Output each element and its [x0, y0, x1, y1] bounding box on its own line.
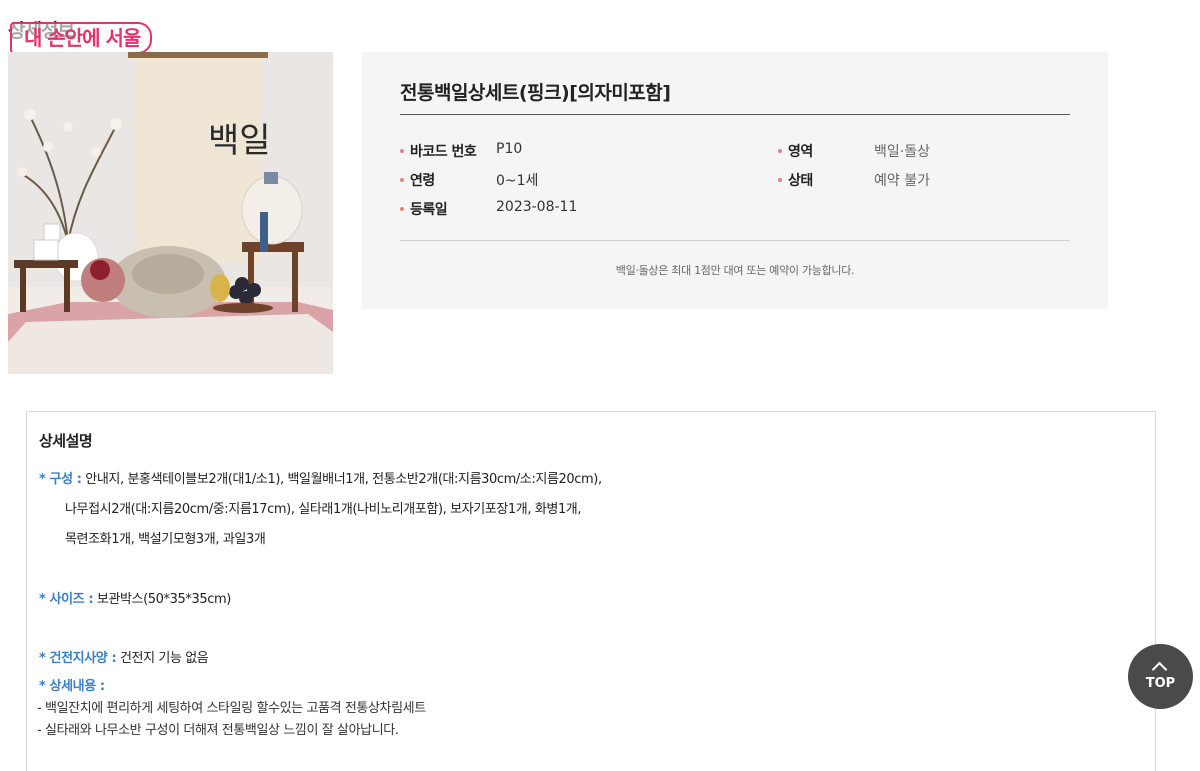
composition-line: * 구성 : 안내지, 분홍색테이블보2개(대1/소1), 백일월배너1개, 전… — [39, 468, 602, 487]
bullet-dot — [778, 149, 782, 153]
composition-line: 목련조화1개, 백설기모형3개, 과일3개 — [65, 532, 266, 547]
detail-line: - 백일잔치에 편리하게 세팅하여 스타일링 할수있는 고품격 전통상차림세트 — [37, 701, 426, 716]
composition-text: 안내지, 분홍색테이블보2개(대1/소1), 백일월배너1개, 전통소반2개(대… — [81, 472, 602, 487]
field-status: 상태 예약 불가 — [778, 170, 930, 190]
field-category: 영역 백일·돌상 — [778, 141, 930, 161]
field-value: 예약 불가 — [874, 173, 930, 189]
chevron-up-icon — [1151, 661, 1168, 678]
rental-notice: 백일·돌상은 최대 1점만 대여 또는 예약이 가능합니다. — [615, 264, 855, 277]
size-line: * 사이즈 : 보관박스(50*35*35cm) — [39, 588, 231, 607]
field-label: 등록일 — [410, 202, 448, 218]
field-value: 2023-08-11 — [496, 199, 578, 215]
product-photo: 백일 — [8, 52, 333, 374]
field-value: P10 — [496, 141, 523, 157]
size-value: 보관박스(50*35*35cm) — [93, 592, 231, 607]
field-label: 상태 — [788, 173, 813, 189]
field-barcode: 바코드 번호 P10 — [400, 141, 522, 161]
detail-heading: * 상세내용 : — [39, 675, 105, 694]
field-label: 연령 — [410, 173, 435, 189]
brand-badge: 내 손안에 서울 — [10, 22, 153, 54]
composition-key: * 구성 : — [39, 472, 82, 487]
bullet-dot — [400, 178, 404, 182]
field-value: 백일·돌상 — [874, 144, 930, 160]
battery-value: 건전지 기능 없음 — [116, 651, 209, 666]
scroll-top-button[interactable]: TOP — [1128, 644, 1193, 709]
product-info-card: 전통백일상세트(핑크)[의자미포함] 바코드 번호 P10 연령 0~1세 등록… — [362, 52, 1108, 309]
battery-key: * 건전지사양 : — [39, 651, 117, 666]
bullet-dot — [778, 178, 782, 182]
composition-line: 나무접시2개(대:지름20cm/중:지름17cm), 실타래1개(나비노리개포함… — [65, 502, 582, 517]
field-label: 바코드 번호 — [410, 144, 477, 160]
battery-line: * 건전지사양 : 건전지 기능 없음 — [39, 647, 209, 666]
field-registered: 등록일 2023-08-11 — [400, 199, 577, 219]
banner-text: 백일 — [208, 121, 271, 161]
field-label: 영역 — [788, 144, 813, 160]
product-name: 전통백일상세트(핑크)[의자미포함] — [400, 82, 671, 104]
detail-line: - 실타래와 나무소반 구성이 더해져 전통백일상 느낌이 잘 살아납니다. — [37, 723, 399, 738]
description-title: 상세설명 — [39, 432, 93, 450]
detail-key: * 상세내용 : — [39, 679, 105, 694]
bullet-dot — [400, 149, 404, 153]
description-box: 상세설명 * 구성 : 안내지, 분홍색테이블보2개(대1/소1), 백일월배너… — [26, 411, 1156, 771]
divider — [400, 114, 1070, 115]
field-age: 연령 0~1세 — [400, 170, 538, 190]
bullet-dot — [400, 207, 404, 211]
field-value: 0~1세 — [496, 173, 539, 189]
size-key: * 사이즈 : — [39, 592, 94, 607]
divider — [400, 240, 1070, 241]
top-label: TOP — [1145, 676, 1176, 691]
